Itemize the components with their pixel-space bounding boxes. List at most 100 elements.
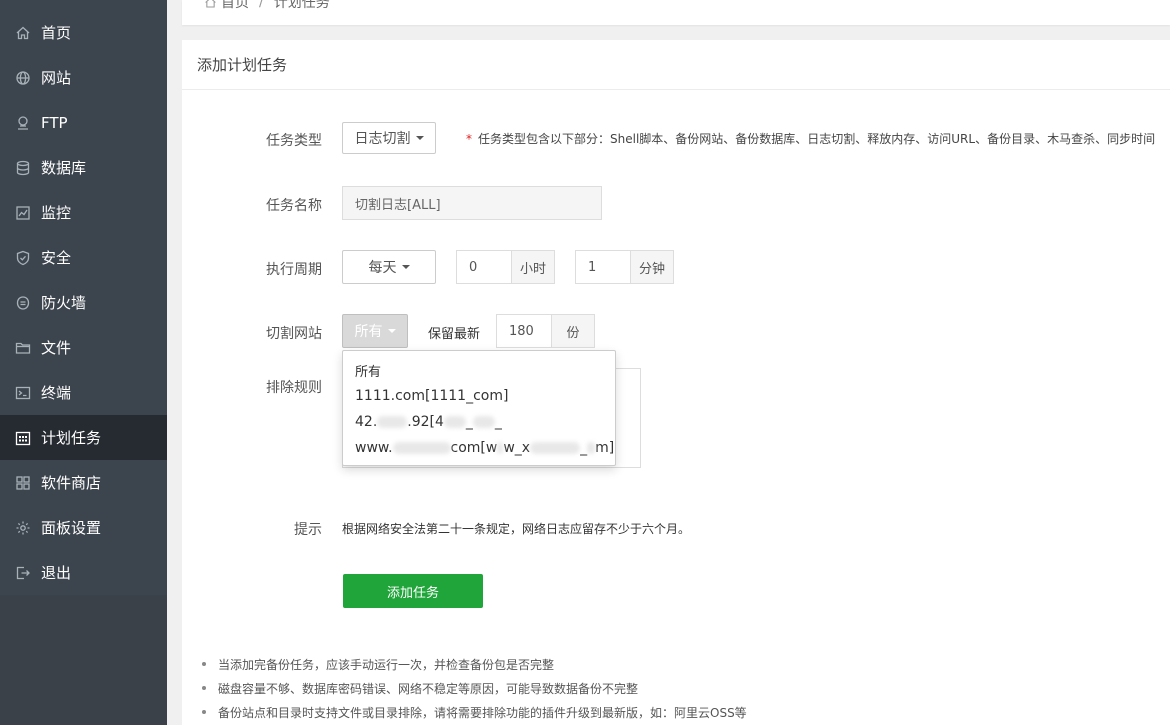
breadcrumb-home[interactable]: 首页	[221, 0, 249, 12]
sidebar-item-label: 软件商店	[41, 474, 102, 492]
redaction	[377, 416, 408, 428]
sidebar-item-database[interactable]: 数据库	[0, 145, 167, 190]
sidebar-item-firewall[interactable]: 防火墙	[0, 280, 167, 325]
sidebar-item-terminal[interactable]: 终端	[0, 370, 167, 415]
sidebar-item-label: 防火墙	[41, 294, 87, 312]
site-option[interactable]: 1111.com[1111_com]	[343, 383, 615, 409]
sidebar: 首页 网站 FTP 数据库 监控 安全 防火墙 文件 终端 计划任务 软件商店 …	[0, 0, 167, 725]
note-text: 当添加完备份任务，应该手动运行一次，并检查备份包是否完整	[218, 657, 555, 672]
sidebar-item-label: 监控	[41, 204, 72, 222]
site-dropdown[interactable]: 所有	[342, 314, 408, 348]
sidebar-item-monitor[interactable]: 监控	[0, 190, 167, 235]
breadcrumb-separator: /	[259, 0, 264, 10]
home-icon	[15, 25, 31, 41]
calendar-icon	[15, 430, 31, 446]
caret-down-icon	[401, 265, 410, 269]
option-text: _	[494, 414, 502, 430]
notes-list: 当添加完备份任务，应该手动运行一次，并检查备份包是否完整 磁盘容量不够、数据库密…	[201, 652, 747, 724]
sidebar-item-label: 安全	[41, 249, 72, 267]
sidebar-item-security[interactable]: 安全	[0, 235, 167, 280]
site-dropdown-menu: 所有 1111.com[1111_com] 42. .92[4 _ _ www. com…	[342, 350, 616, 466]
redaction	[392, 442, 451, 454]
keep-unit: 份	[551, 314, 595, 348]
option-text: _	[465, 414, 473, 430]
breadcrumb: 首页 / 计划任务	[182, 0, 1170, 25]
globe-icon	[15, 70, 31, 86]
task-name-label: 任务名称	[266, 198, 322, 214]
task-type-label: 任务类型	[266, 133, 322, 149]
redaction	[587, 442, 596, 454]
exclude-label: 排除规则	[266, 380, 322, 396]
bullet-icon	[202, 662, 206, 666]
folder-icon	[15, 340, 31, 356]
option-text: m]	[595, 440, 615, 456]
sidebar-item-ftp[interactable]: FTP	[0, 100, 167, 145]
bullet-icon	[202, 710, 206, 714]
tip-label: 提示	[294, 522, 322, 538]
shield-icon	[15, 250, 31, 266]
sidebar-item-label: 网站	[41, 69, 72, 87]
monitor-icon	[15, 205, 31, 221]
add-task-button[interactable]: 添加任务	[343, 574, 483, 608]
task-type-value: 日志切割	[354, 131, 411, 147]
option-text: com[w	[450, 440, 498, 456]
home-icon	[205, 0, 216, 7]
site-option-redacted[interactable]: www. com[w w_x _ m]	[343, 435, 615, 461]
task-name-input[interactable]: 切割日志[ALL]	[342, 186, 602, 220]
firewall-icon	[15, 295, 31, 311]
period-value: 每天	[368, 260, 397, 276]
task-type-dropdown[interactable]: 日志切割	[342, 122, 436, 154]
note-item: 当添加完备份任务，应该手动运行一次，并检查备份包是否完整	[201, 652, 747, 676]
logout-icon	[15, 565, 31, 581]
hour-input[interactable]: 0	[456, 250, 512, 284]
sidebar-item-files[interactable]: 文件	[0, 325, 167, 370]
sidebar-item-home[interactable]: 首页	[0, 10, 167, 55]
caret-down-icon	[387, 329, 396, 333]
gear-icon	[15, 520, 31, 536]
period-dropdown[interactable]: 每天	[342, 250, 436, 284]
sidebar-item-label: 数据库	[41, 159, 87, 177]
sidebar-item-label: FTP	[41, 113, 68, 132]
note-text: 磁盘容量不够、数据库密码错误、网络不稳定等原因，可能导致数据备份不完整	[218, 681, 639, 696]
redaction	[530, 442, 581, 454]
site-option-redacted[interactable]: 42. .92[4 _ _	[343, 409, 615, 435]
redaction	[497, 442, 504, 454]
card-title: 添加计划任务	[182, 40, 1170, 90]
database-icon	[15, 160, 31, 176]
keep-label: 保留最新	[428, 327, 481, 342]
sidebar-menu: 首页 网站 FTP 数据库 监控 安全 防火墙 文件 终端 计划任务 软件商店 …	[0, 10, 167, 595]
minute-input[interactable]: 1	[575, 250, 631, 284]
terminal-icon	[15, 385, 31, 401]
tip-text: 根据网络安全法第二十一条规定，网络日志应留存不少于六个月。	[342, 522, 691, 536]
task-type-hint: * 任务类型包含以下部分：Shell脚本、备份网站、备份数据库、日志切割、释放内存…	[466, 130, 1155, 147]
option-text: _	[580, 440, 588, 456]
sidebar-item-label: 首页	[41, 24, 72, 42]
period-label: 执行周期	[266, 262, 322, 278]
sidebar-item-logout[interactable]: 退出	[0, 550, 167, 595]
sidebar-item-website[interactable]: 网站	[0, 55, 167, 100]
note-item: 备份站点和目录时支持文件或目录排除，请将需要排除功能的插件升级到最新版，如：阿里…	[201, 700, 747, 724]
sidebar-item-store[interactable]: 软件商店	[0, 460, 167, 505]
sidebar-item-label: 文件	[41, 339, 72, 357]
required-star: *	[466, 132, 472, 146]
breadcrumb-current: 计划任务	[273, 0, 330, 11]
sidebar-item-label: 面板设置	[41, 519, 102, 537]
note-item: 磁盘容量不够、数据库密码错误、网络不稳定等原因，可能导致数据备份不完整	[201, 676, 747, 700]
sidebar-item-label: 终端	[41, 384, 72, 402]
option-text: w_x	[503, 440, 531, 456]
apps-icon	[15, 475, 31, 491]
sidebar-item-label: 退出	[41, 564, 72, 582]
option-text: www.	[355, 440, 393, 456]
sidebar-top	[0, 0, 167, 10]
redaction	[472, 416, 495, 428]
note-text: 备份站点和目录时支持文件或目录排除，请将需要排除功能的插件升级到最新版，如：阿里…	[218, 705, 747, 720]
option-text: 42.	[355, 414, 378, 430]
site-option-all[interactable]: 所有	[343, 357, 615, 383]
sidebar-item-settings[interactable]: 面板设置	[0, 505, 167, 550]
sidebar-item-cron[interactable]: 计划任务	[0, 415, 167, 460]
breadcrumb-trail: 首页 / 计划任务	[204, 0, 330, 12]
keep-input[interactable]: 180	[496, 314, 552, 348]
bullet-icon	[202, 686, 206, 690]
hour-unit: 小时	[511, 250, 555, 284]
redaction	[443, 416, 466, 428]
